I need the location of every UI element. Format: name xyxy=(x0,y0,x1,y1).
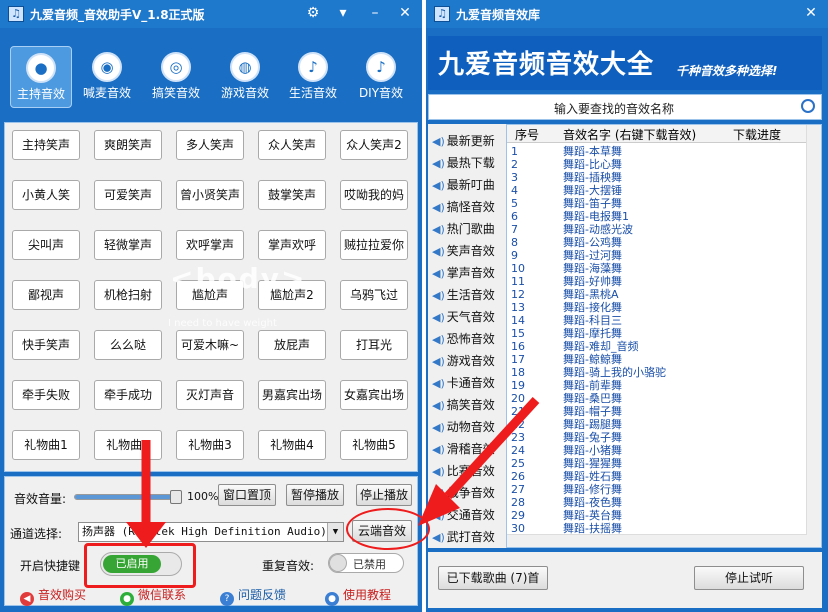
annotation-arrowhead-hotkey xyxy=(126,522,166,548)
annotation-arrow-shaft-cloud xyxy=(444,396,540,500)
annotation-arrows xyxy=(126,396,540,548)
